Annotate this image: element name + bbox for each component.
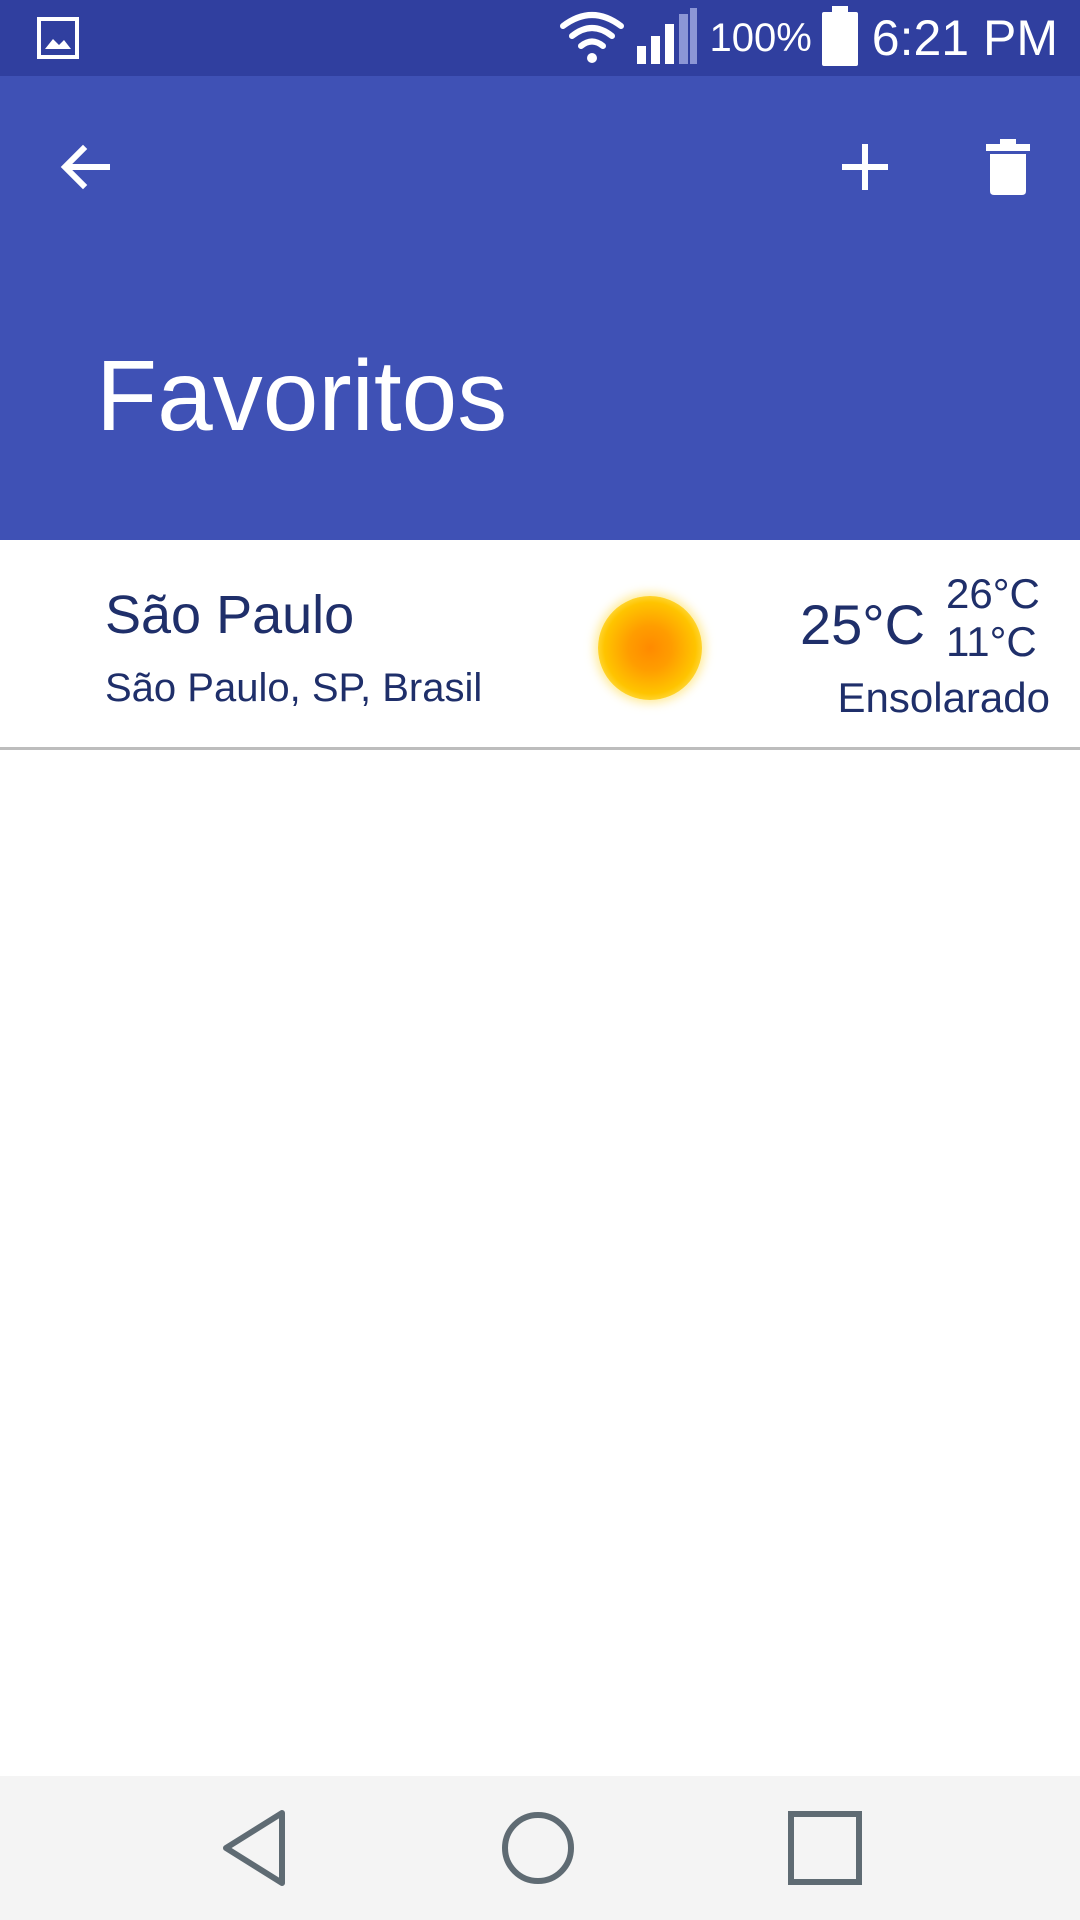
page-title: Favoritos <box>96 340 508 452</box>
city-location: São Paulo, SP, Brasil <box>105 666 483 710</box>
status-clock: 6:21 PM <box>871 10 1058 66</box>
nav-back-icon <box>223 1810 285 1886</box>
battery-percent: 100% <box>709 15 812 60</box>
add-favorite-button[interactable] <box>820 122 910 212</box>
nav-home-icon <box>502 1812 574 1884</box>
max-temperature: 26°C <box>946 570 1040 617</box>
favorite-city-item[interactable]: São Paulo São Paulo, SP, Brasil 25°C 26°… <box>0 540 1080 750</box>
current-temperature: 25°C <box>800 593 926 656</box>
min-temperature: 11°C <box>946 618 1037 665</box>
add-icon <box>842 144 888 190</box>
delete-button[interactable] <box>963 122 1053 212</box>
gallery-notification-icon <box>36 16 80 60</box>
wifi-icon <box>559 8 625 69</box>
weather-condition: Ensolarado <box>837 674 1050 721</box>
signal-icon <box>635 6 699 71</box>
back-arrow-icon <box>60 144 110 190</box>
nav-home-button[interactable] <box>488 1798 588 1898</box>
city-name: São Paulo <box>105 585 355 645</box>
status-bar: 100% 6:21 PM <box>0 0 1080 76</box>
back-button[interactable] <box>40 122 130 212</box>
battery-icon <box>821 5 858 71</box>
status-right-group: 100% 6:21 PM <box>559 0 1058 76</box>
navigation-bar <box>0 1776 1080 1920</box>
nav-recents-button[interactable] <box>775 1798 875 1898</box>
nav-back-button[interactable] <box>205 1798 305 1898</box>
sun-icon <box>598 596 702 700</box>
app-bar: Favoritos <box>0 76 1080 540</box>
trash-icon <box>986 139 1030 195</box>
nav-recents-icon <box>788 1811 862 1885</box>
